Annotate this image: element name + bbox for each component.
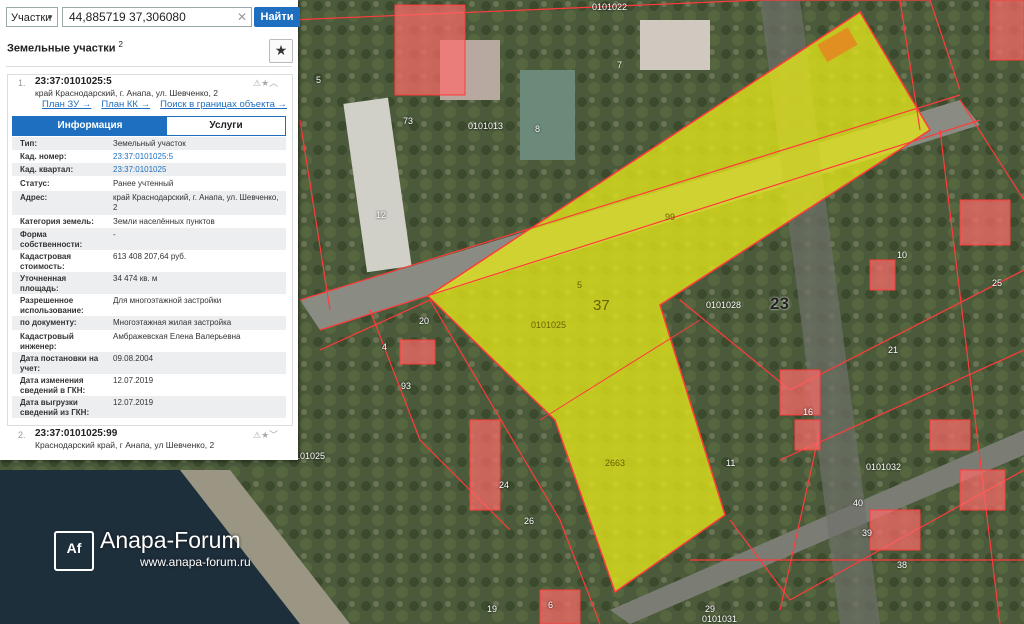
block-label-23: 23 — [770, 294, 789, 313]
attr-row: Разрешенное использование: Для многоэтажн… — [20, 296, 222, 315]
result-index: 2. — [18, 430, 26, 440]
divider — [6, 66, 292, 67]
attr-row: Категория земель: Земли населённых пункто… — [20, 217, 215, 226]
watermark-brand: Anapa-Forum — [100, 527, 241, 553]
parcel-label-5: 5 — [577, 280, 583, 290]
result-tools: ⚠★﹀ — [253, 428, 278, 441]
parcel-label: 21 — [888, 345, 899, 355]
parcel-label: 93 — [401, 381, 412, 391]
result-index: 1. — [18, 78, 26, 88]
find-button[interactable]: Найти — [254, 7, 300, 27]
chevron-down-icon[interactable]: ﹀ — [269, 430, 278, 440]
search-query: 44,885719 37,306080 — [69, 10, 186, 24]
attr-row: Дата постановки на учет: 09.08.2004 — [12, 352, 286, 374]
parcel-label-2663: 2663 — [605, 458, 626, 468]
chevron-down-icon: ▼ — [46, 13, 54, 22]
quarter-label: 0101028 — [706, 300, 742, 310]
link-plan-kk[interactable]: План КК → — [101, 99, 150, 110]
quarter-label: 0101013 — [468, 121, 504, 131]
parcel-label: 10 — [897, 250, 908, 260]
tab-info[interactable]: Информация — [13, 117, 167, 135]
search-input[interactable]: 44,885719 37,306080 ✕ — [62, 7, 252, 27]
parcel-label: 7 — [617, 60, 623, 70]
favorites-button[interactable]: ★ — [269, 39, 293, 63]
result-links: План ЗУ → План КК → Поиск в границах объек… — [42, 99, 297, 110]
warning-icon[interactable]: ⚠ — [253, 430, 261, 440]
result-cad-number[interactable]: 23:37:0101025:99 — [35, 428, 117, 439]
quarter-label: 0101025 — [531, 320, 567, 330]
parcel-label: 40 — [853, 498, 864, 508]
parcel-label: 8 — [535, 124, 541, 134]
parcel-label: 11 — [726, 458, 736, 468]
attr-row: Кад. квартал: 23:37:0101025 — [12, 163, 286, 176]
parcel-label: 39 — [862, 528, 873, 538]
parcel-label: 25 — [992, 278, 1003, 288]
results-panel: Участки ▼ 44,885719 37,306080 ✕ Найти Зе… — [0, 0, 300, 460]
star-icon[interactable]: ★ — [261, 78, 269, 88]
search-type-select[interactable]: Участки ▼ — [6, 7, 58, 27]
star-icon[interactable]: ★ — [261, 430, 269, 440]
result-count: 2 — [118, 40, 123, 49]
parcel-label-37: 37 — [593, 297, 610, 314]
result-tools: ⚠★︿ — [253, 76, 278, 89]
parcel-label: 5 — [316, 75, 322, 85]
parcel-label: 20 — [419, 316, 430, 326]
anapa-forum-logo: Af — [54, 531, 94, 571]
attr-row: Кадастровая стоимость: 613 408 207,64 руб… — [20, 252, 187, 271]
result-address: край Краснодарский, г. Анапа, ул. Шевчен… — [35, 88, 218, 98]
attr-row: Дата изменения сведений в ГКН: 12.07.2019 — [20, 376, 154, 395]
attr-row: Адрес: край Краснодарский, г. Анапа, ул. … — [12, 191, 286, 215]
attr-row: Кад. номер: 23:37:0101025:5 — [20, 152, 174, 161]
link-search-in-bounds[interactable]: Поиск в границах объекта → — [160, 99, 287, 110]
chevron-up-icon[interactable]: ︿ — [269, 78, 278, 88]
link-plan-zu[interactable]: План ЗУ → — [42, 99, 91, 110]
attr-row: Статус: Ранее учтенный — [20, 179, 174, 188]
result-cad-number[interactable]: 23:37:0101025:5 — [35, 76, 112, 87]
parcel-label: 12 — [376, 210, 387, 220]
search-bar: Участки ▼ 44,885719 37,306080 ✕ Найти — [6, 7, 300, 29]
parcel-label: 26 — [524, 516, 535, 526]
attr-row: Форма собственности: - — [12, 228, 286, 250]
parcel-label: 4 — [382, 342, 388, 352]
clear-icon[interactable]: ✕ — [237, 8, 247, 26]
attr-row: Дата выгрузки сведений из ГКН: 12.07.2019 — [12, 396, 286, 418]
attr-row: Кадастровый инженер: Амбражевская Елена В… — [20, 332, 241, 351]
parcel-label: 24 — [499, 480, 510, 490]
parcel-label: 16 — [803, 407, 814, 417]
star-icon: ★ — [274, 42, 288, 58]
parcel-label: 73 — [403, 116, 414, 126]
tab-services[interactable]: Услуги — [167, 117, 285, 135]
attr-row: Тип: Земельный участок — [12, 137, 286, 150]
parcel-label: 29 — [705, 604, 716, 614]
warning-icon[interactable]: ⚠ — [253, 78, 261, 88]
parcel-label: 19 — [487, 604, 498, 614]
parcel-label: 6 — [548, 600, 554, 610]
panel-title: Земельные участки 2 — [7, 40, 123, 55]
tab-bar: Информация Услуги — [12, 116, 286, 136]
quarter-label: 0101032 — [866, 462, 902, 472]
attr-row: Уточненная площадь: 34 474 кв. м — [12, 272, 286, 294]
attr-row: по документу: Многоэтажная жилая застройк… — [12, 316, 286, 330]
quarter-label: 0101031 — [702, 614, 738, 624]
parcel-label-99: 99 — [665, 212, 676, 222]
parcel-label: 38 — [897, 560, 908, 570]
panel-title-text: Земельные участки — [7, 42, 116, 55]
result-address: Краснодарский край, г Анапа, ул Шевченко… — [35, 440, 215, 450]
quarter-label: 0101022 — [592, 2, 628, 12]
watermark-url: www.anapa-forum.ru — [140, 555, 251, 569]
